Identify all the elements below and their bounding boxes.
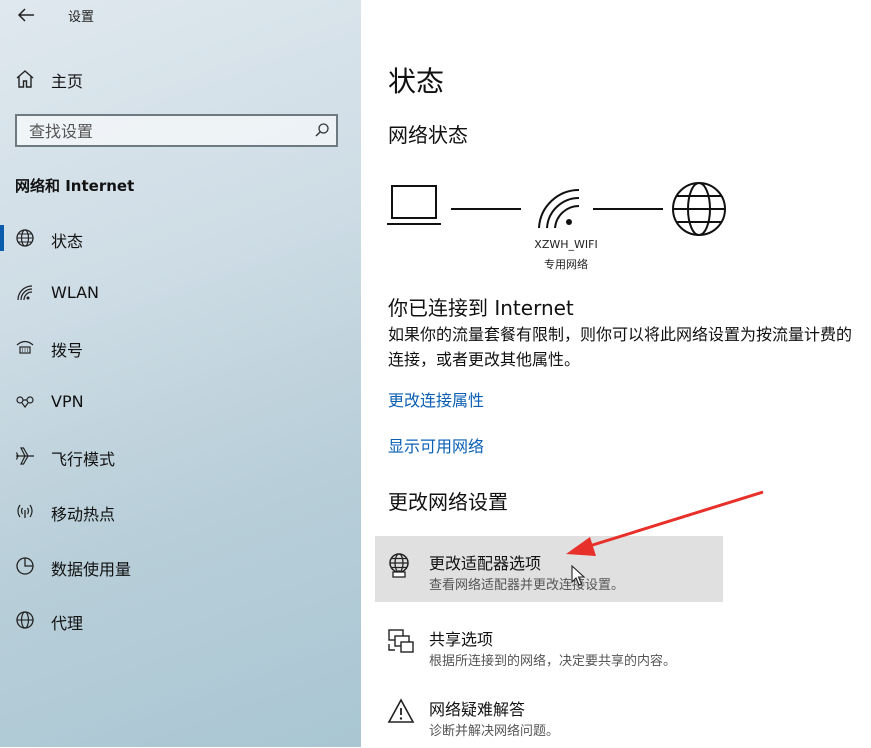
sidebar-item-label: 飞行模式	[51, 450, 116, 469]
sidebar-item-label: 拨号	[51, 341, 84, 360]
sidebar-item-wlan[interactable]: WLAN	[0, 274, 361, 312]
globe-icon	[14, 227, 36, 249]
option-subtitle: 根据所连接到的网络，决定要共享的内容。	[429, 654, 677, 669]
sidebar-item-home[interactable]: 主页	[0, 62, 361, 96]
sidebar-item-hotspot[interactable]: 移动热点	[0, 492, 361, 530]
section-title: 网络和 Internet	[15, 177, 135, 195]
search-box[interactable]	[15, 114, 338, 147]
home-icon	[14, 68, 36, 90]
search-icon[interactable]	[314, 122, 330, 138]
hotspot-icon	[14, 500, 36, 522]
change-connection-properties-link[interactable]: 更改连接属性	[388, 387, 484, 411]
proxy-globe-icon	[14, 609, 36, 631]
internet-globe-icon	[672, 182, 726, 236]
option-subtitle: 查看网络适配器并更改连接设置。	[429, 578, 625, 593]
sidebar-item-label: 状态	[51, 232, 84, 251]
sidebar-item-label: 代理	[51, 614, 84, 633]
sharing-options-button[interactable]: 共享选项 根据所连接到的网络，决定要共享的内容。	[375, 612, 723, 678]
change-settings-heading: 更改网络设置	[388, 490, 508, 514]
app-title: 设置	[68, 10, 95, 25]
connection-title: 你已连接到 Internet	[388, 296, 574, 320]
sidebar-item-label: WLAN	[51, 283, 100, 302]
sidebar-item-proxy[interactable]: 代理	[0, 601, 361, 639]
sidebar-item-data-usage[interactable]: 数据使用量	[0, 547, 361, 585]
wifi-signal-icon	[538, 188, 580, 229]
option-title: 共享选项	[429, 630, 494, 649]
option-title: 网络疑难解答	[429, 700, 526, 719]
show-available-networks-link[interactable]: 显示可用网络	[388, 433, 484, 457]
network-status-heading: 网络状态	[388, 123, 468, 147]
adapter-globe-icon	[387, 551, 415, 579]
sidebar-item-airplane[interactable]: 飞行模式	[0, 437, 361, 475]
sidebar-item-label: VPN	[51, 392, 84, 411]
warning-icon	[387, 697, 415, 725]
sidebar-item-label: 移动热点	[51, 505, 116, 524]
sidebar-item-label: 主页	[51, 72, 84, 91]
vpn-icon	[14, 391, 36, 413]
search-input[interactable]	[17, 116, 321, 147]
page-title: 状态	[388, 65, 445, 98]
option-subtitle: 诊断并解决网络问题。	[429, 724, 560, 739]
mouse-cursor-icon	[571, 565, 586, 586]
network-name: XZWH_WIFI	[534, 238, 598, 251]
title-bar: 设置	[0, 0, 361, 30]
back-arrow-icon[interactable]	[14, 3, 38, 27]
sidebar-item-vpn[interactable]: VPN	[0, 383, 361, 421]
sidebar: 设置 主页 网络和 Internet 状态 WLAN 拨号	[0, 0, 361, 747]
change-adapter-options-button[interactable]: 更改适配器选项 查看网络适配器并更改连接设置。	[375, 536, 723, 602]
network-troubleshooter-button[interactable]: 网络疑难解答 诊断并解决网络问题。	[375, 682, 723, 748]
laptop-icon	[387, 185, 441, 225]
sidebar-item-dialup[interactable]: 拨号	[0, 328, 361, 366]
connection-description: 如果你的流量套餐有限制，则你可以将此网络设置为按流量计费的连接，或者更改其他属性…	[388, 325, 853, 369]
data-usage-icon	[14, 555, 36, 577]
main-content: 状态 网络状态 XZWH_WIFI 专用网络 你已连接到 Internet 如果…	[361, 0, 871, 747]
option-title: 更改适配器选项	[429, 554, 542, 573]
wifi-icon	[14, 282, 36, 304]
sharing-icon	[387, 627, 415, 655]
network-type: 专用网络	[544, 258, 588, 271]
dialup-icon	[14, 336, 36, 358]
airplane-icon	[14, 445, 36, 467]
sidebar-item-status[interactable]: 状态	[0, 219, 361, 257]
sidebar-item-label: 数据使用量	[51, 560, 132, 579]
